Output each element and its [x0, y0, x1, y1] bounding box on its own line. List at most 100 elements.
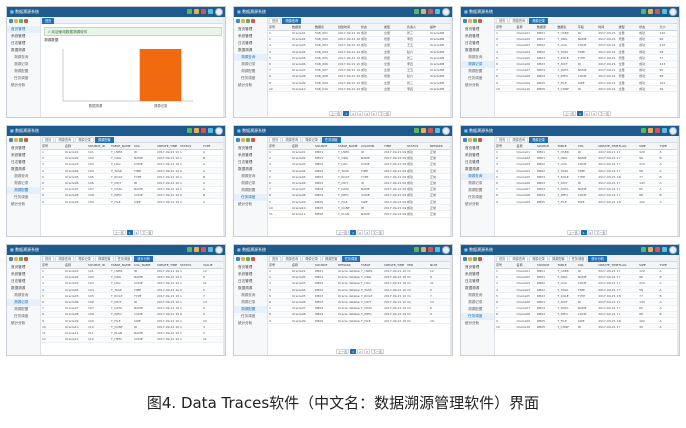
page-button[interactable]: 2 [357, 348, 363, 354]
shortcut-icon[interactable] [241, 138, 245, 142]
toolbar-icon[interactable] [435, 247, 440, 252]
shortcut-icon[interactable] [478, 138, 482, 142]
sidebar-item[interactable]: 统计分析 [234, 201, 267, 208]
toolbar-icon[interactable] [428, 247, 433, 252]
sidebar-item[interactable]: 溯源配置 [234, 306, 267, 313]
tab[interactable]: 任务调度 [341, 256, 361, 262]
tab[interactable]: 溯源查询 [282, 137, 302, 143]
sidebar-item[interactable]: 溯源配置 [7, 306, 40, 313]
sidebar-item[interactable]: 日志管理 [7, 159, 40, 166]
table-row[interactable]: 10Oracle10TAB_0102017-09-21 10:35:19成功全量… [268, 85, 452, 93]
sidebar-item[interactable]: 系统管理 [461, 152, 494, 159]
sidebar-item[interactable]: 溯源查询 [234, 292, 267, 299]
tab[interactable]: 溯源查询 [55, 137, 75, 143]
sidebar-item[interactable]: 数据溯源 [234, 285, 267, 292]
page-button[interactable]: 5 [370, 110, 377, 116]
shortcut-icon[interactable] [14, 257, 18, 261]
sidebar-item[interactable]: 数据溯源 [7, 47, 40, 54]
sidebar-item[interactable]: 溯源记录 [234, 299, 267, 306]
shortcut-icon[interactable] [246, 19, 250, 23]
sidebar-item[interactable]: 日志管理 [461, 40, 494, 47]
page-button[interactable]: 3 [357, 110, 363, 116]
page-button[interactable]: 2 [357, 229, 363, 235]
page-button[interactable]: 上一页 [336, 348, 350, 354]
sidebar-item[interactable]: 任务调度 [234, 194, 267, 201]
page-button[interactable]: 下一页 [370, 229, 384, 235]
toolbar-icon[interactable] [662, 247, 667, 252]
toolbar-icon[interactable] [662, 128, 667, 133]
shortcut-icon[interactable] [14, 138, 18, 142]
page-button[interactable]: 1 [126, 229, 133, 235]
tab[interactable]: 溯源查询 [282, 256, 302, 262]
scrollbar[interactable] [223, 255, 225, 355]
toolbar-icon[interactable] [201, 9, 206, 14]
sidebar-item[interactable]: 溯源查询 [461, 54, 494, 61]
page-button[interactable]: 下一页 [594, 229, 608, 235]
tab[interactable]: 任务调度 [568, 256, 588, 262]
tab[interactable]: 溯源配置 [94, 137, 114, 143]
sidebar-item[interactable]: 溯源记录 [7, 61, 40, 68]
page-button[interactable]: 2 [350, 110, 357, 116]
tab[interactable]: 溯源记录 [529, 256, 548, 262]
shortcut-icon[interactable] [473, 257, 477, 261]
sidebar-item[interactable]: 日志管理 [461, 159, 494, 166]
sidebar-item[interactable]: 首页管理 [234, 264, 267, 271]
scrollbar[interactable] [450, 136, 452, 236]
sidebar-item[interactable]: 首页管理 [7, 26, 40, 33]
sidebar-item[interactable]: 数据溯源 [234, 47, 267, 54]
tab[interactable]: 首页 [269, 137, 282, 143]
tab[interactable]: 统计分析 [588, 256, 608, 262]
tab[interactable]: 溯源查询 [282, 18, 302, 24]
tab[interactable]: 溯源记录 [529, 137, 548, 143]
tab[interactable]: 溯源记录 [529, 18, 548, 24]
sidebar-item[interactable]: 首页管理 [461, 145, 494, 152]
shortcut-icon[interactable] [246, 138, 250, 142]
sidebar-item[interactable]: 统计分析 [234, 320, 267, 327]
sidebar-item[interactable]: 统计分析 [461, 320, 494, 327]
page-button[interactable]: 上一页 [336, 229, 350, 235]
toolbar-icon[interactable] [187, 128, 192, 133]
tab[interactable]: 溯源配置 [548, 256, 568, 262]
shortcut-icon[interactable] [9, 19, 13, 23]
sidebar-item[interactable]: 任务调度 [234, 313, 267, 320]
sidebar-item[interactable]: 溯源记录 [234, 180, 267, 187]
shortcut-icon[interactable] [9, 138, 13, 142]
sidebar-item[interactable]: 溯源查询 [7, 173, 40, 180]
toolbar-icon[interactable] [208, 9, 213, 14]
tab[interactable]: 任务调度 [114, 256, 134, 262]
toolbar-icon[interactable] [641, 128, 646, 133]
page-button[interactable]: 上一页 [566, 229, 580, 235]
scrollbar[interactable] [450, 255, 452, 355]
tab[interactable]: 溯源查询 [509, 18, 529, 24]
toolbar-icon[interactable] [648, 247, 653, 252]
tab[interactable]: 首页 [269, 18, 282, 24]
shortcut-icon[interactable] [251, 257, 255, 261]
user-avatar-icon[interactable] [215, 246, 223, 254]
sidebar-item[interactable]: 系统管理 [461, 33, 494, 40]
sidebar-item[interactable]: 溯源记录 [7, 180, 40, 187]
sidebar-item[interactable]: 溯源配置 [7, 187, 40, 194]
tab[interactable]: 溯源记录 [302, 256, 321, 262]
tab[interactable]: 溯源记录 [75, 137, 94, 143]
toolbar-icon[interactable] [194, 128, 199, 133]
sidebar-item[interactable]: 溯源查询 [7, 54, 40, 61]
sidebar-item[interactable]: 日志管理 [7, 278, 40, 285]
sidebar-item[interactable]: 任务调度 [7, 194, 40, 201]
shortcut-icon[interactable] [241, 19, 245, 23]
toolbar-icon[interactable] [414, 128, 419, 133]
scrollbar[interactable] [450, 17, 452, 117]
toolbar-icon[interactable] [435, 128, 440, 133]
table-row[interactable]: 12Oracle12112T_ITEMCODE2017-09-21 10:451… [41, 336, 225, 343]
toolbar-icon[interactable] [187, 247, 192, 252]
tab[interactable]: 首页 [269, 256, 282, 262]
sidebar-item[interactable]: 溯源查询 [461, 173, 494, 180]
shortcut-icon[interactable] [241, 257, 245, 261]
shortcut-icon[interactable] [473, 19, 477, 23]
sidebar-item[interactable]: 溯源记录 [461, 299, 494, 306]
sidebar-item[interactable]: 统计分析 [7, 320, 40, 327]
user-avatar-icon[interactable] [669, 127, 677, 135]
sidebar-item[interactable]: 首页管理 [7, 264, 40, 271]
sidebar-item[interactable]: 溯源查询 [461, 292, 494, 299]
toolbar-icon[interactable] [428, 9, 433, 14]
page-button[interactable]: 1 [343, 110, 350, 116]
